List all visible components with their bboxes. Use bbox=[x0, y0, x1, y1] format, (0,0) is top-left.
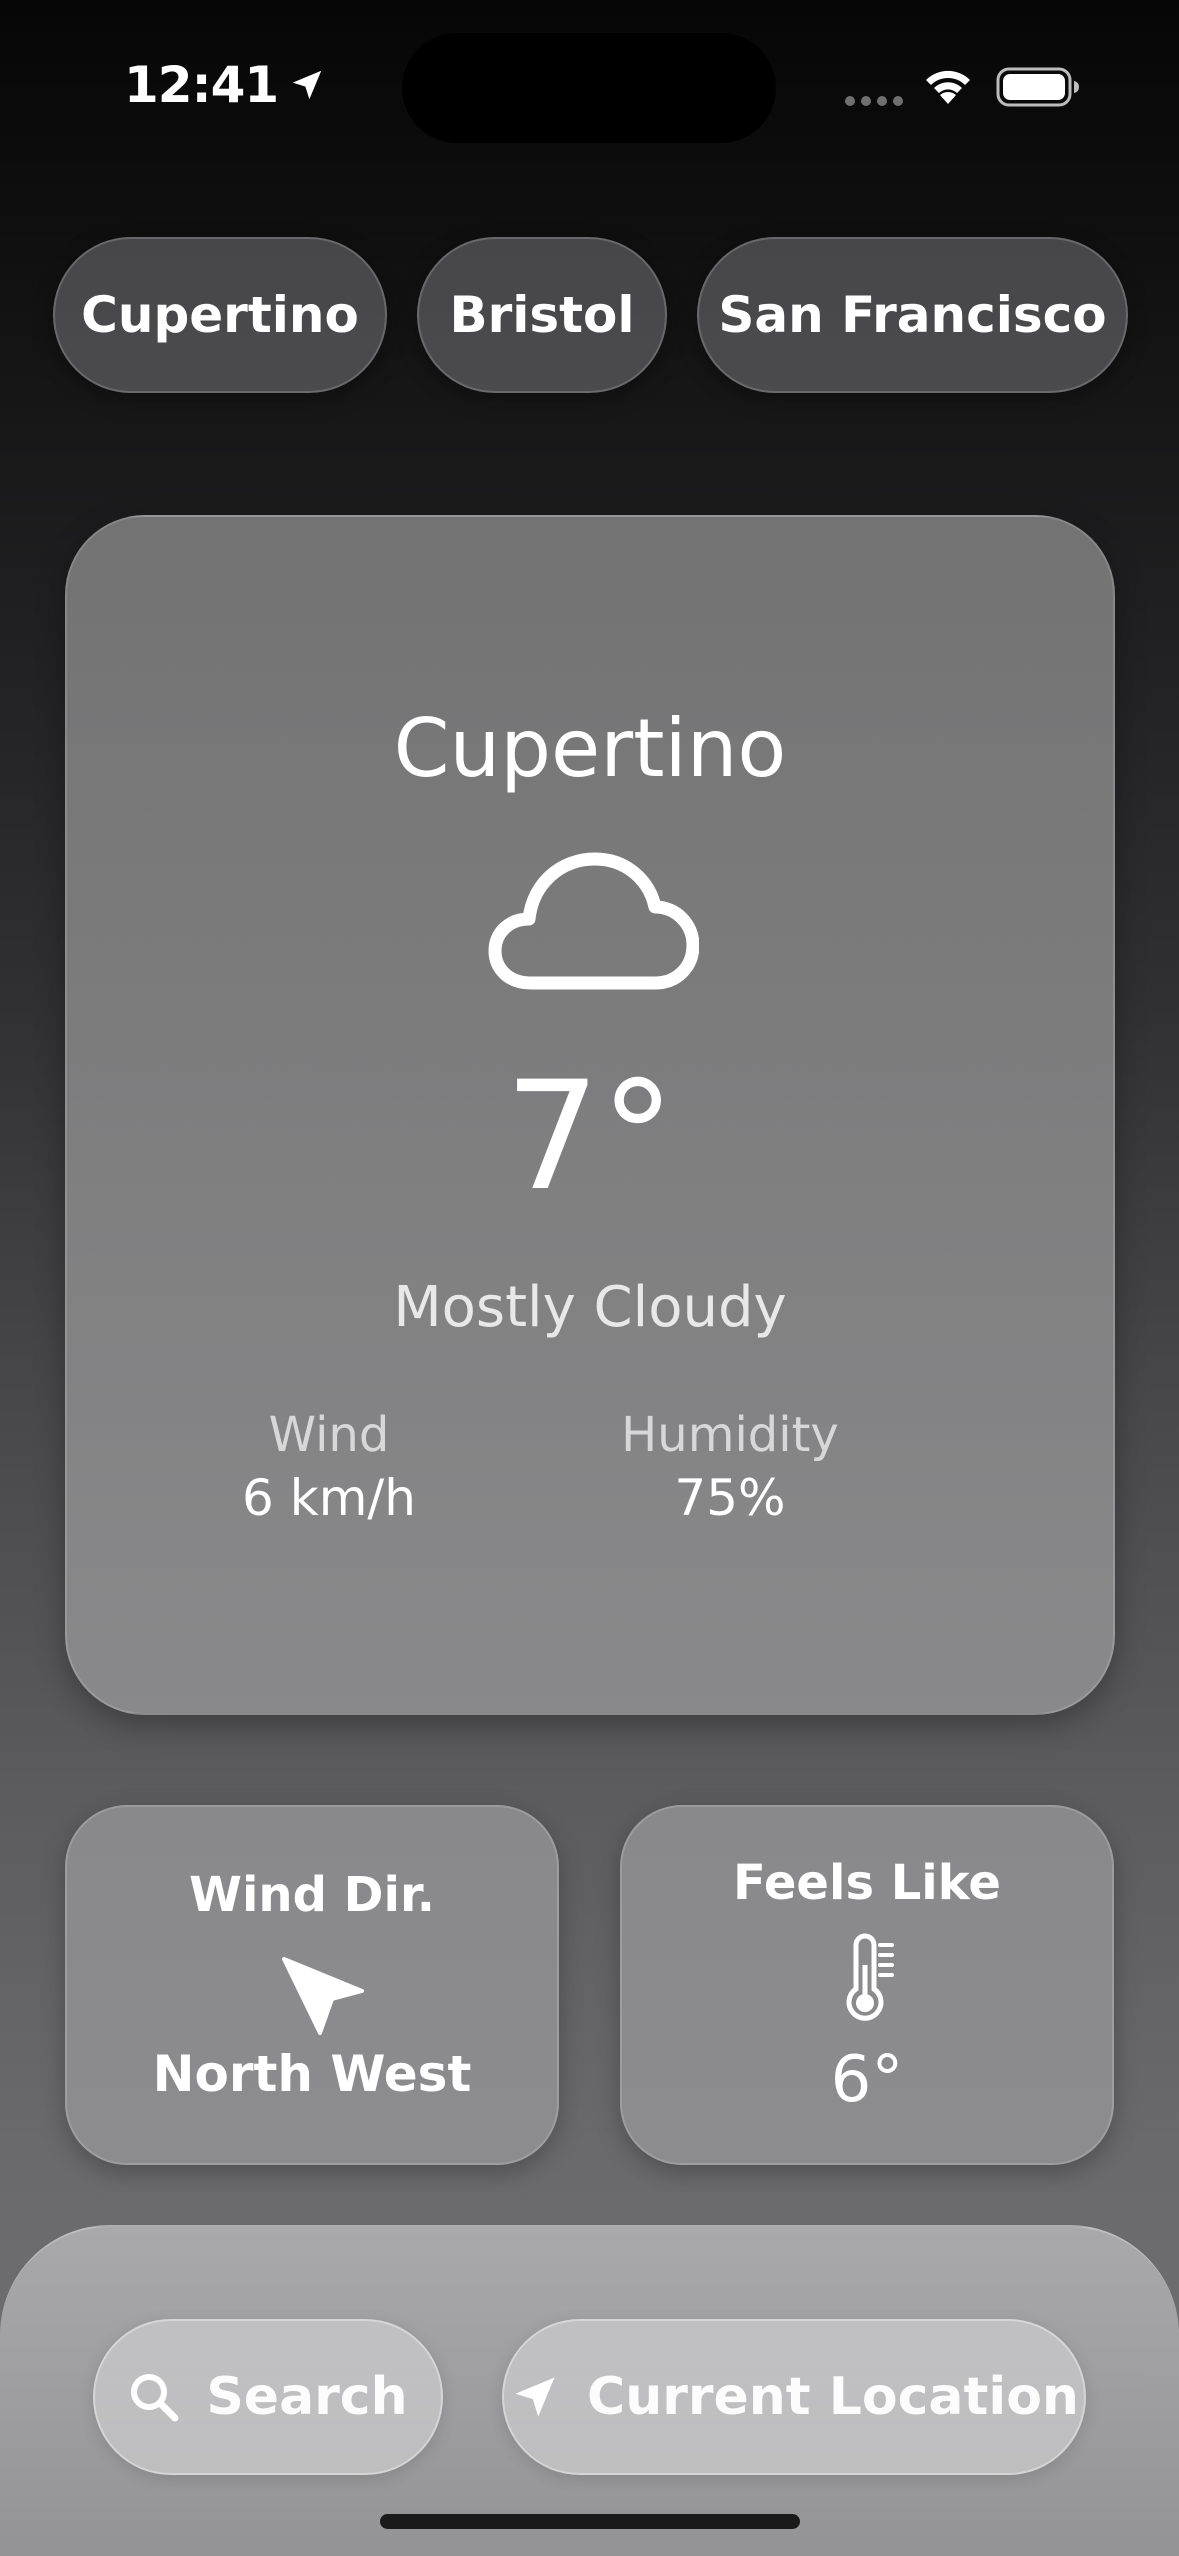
cloud-icon bbox=[488, 852, 699, 990]
current-temperature: 7° bbox=[504, 1050, 676, 1224]
location-arrow-icon bbox=[292, 70, 322, 100]
magnifying-glass-icon bbox=[131, 2374, 179, 2422]
status-time-text: 12:41 bbox=[124, 56, 279, 114]
wind-value: 6 km/h bbox=[242, 1468, 416, 1527]
cellular-signal-icon bbox=[845, 96, 903, 106]
current-location-label: Current Location bbox=[587, 2367, 1079, 2427]
current-weather-card: Cupertino 7° Mostly Cloudy Wind 6 km/h H… bbox=[65, 515, 1115, 1715]
search-button[interactable]: Search bbox=[93, 2319, 443, 2475]
wind-label: Wind bbox=[268, 1407, 390, 1463]
search-button-label: Search bbox=[206, 2367, 408, 2427]
status-bar: 12:41 bbox=[0, 0, 1179, 160]
battery-icon bbox=[996, 67, 1079, 107]
wifi-icon bbox=[926, 70, 970, 104]
weather-condition: Mostly Cloudy bbox=[393, 1275, 787, 1340]
humidity-stat: Humidity 75% bbox=[565, 1407, 895, 1532]
dynamic-island bbox=[402, 33, 776, 143]
home-indicator[interactable] bbox=[380, 2514, 800, 2529]
feels-like-value: 6° bbox=[830, 2043, 904, 2117]
humidity-value: 75% bbox=[674, 1468, 786, 1527]
weather-city-name: Cupertino bbox=[393, 702, 787, 795]
wind-direction-card: Wind Dir. North West bbox=[65, 1805, 559, 2165]
arrow-pointer-icon bbox=[282, 1957, 364, 2035]
thermometer-icon bbox=[846, 1933, 894, 2021]
wind-direction-value: North West bbox=[152, 2045, 472, 2103]
city-tab-san-francisco[interactable]: San Francisco bbox=[697, 237, 1128, 393]
status-time: 12:41 bbox=[124, 56, 326, 114]
location-arrow-icon bbox=[515, 2377, 555, 2417]
current-location-button[interactable]: Current Location bbox=[502, 2319, 1086, 2475]
wind-direction-title: Wind Dir. bbox=[189, 1867, 435, 1923]
bottom-toolbar: Search Current Location bbox=[0, 2225, 1179, 2556]
humidity-label: Humidity bbox=[621, 1407, 839, 1463]
city-tab-bristol[interactable]: Bristol bbox=[417, 237, 667, 393]
city-tab-cupertino[interactable]: Cupertino bbox=[53, 237, 387, 393]
feels-like-card: Feels Like 6° bbox=[620, 1805, 1114, 2165]
feels-like-title: Feels Like bbox=[733, 1855, 1001, 1911]
wind-stat: Wind 6 km/h bbox=[164, 1407, 494, 1532]
